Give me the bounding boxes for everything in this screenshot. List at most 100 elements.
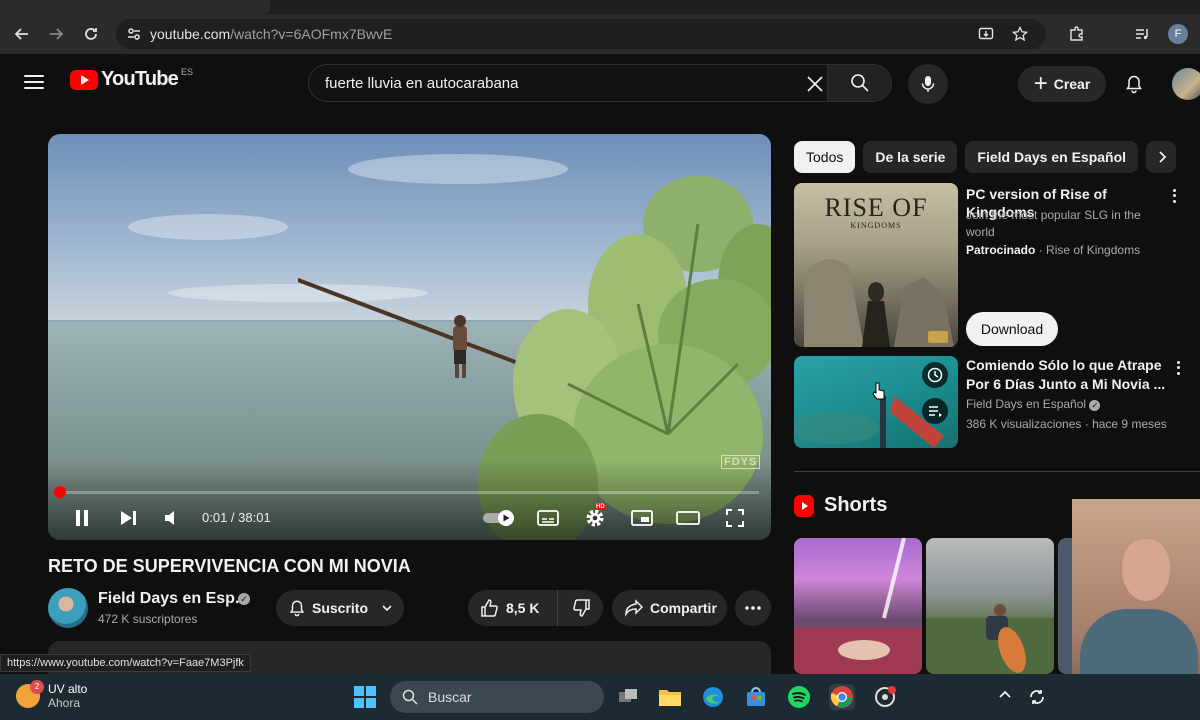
address-bar[interactable]: youtube.com/watch?v=6AOFmx7BwvE [116, 19, 1046, 49]
back-button[interactable] [8, 20, 36, 48]
autoplay-toggle[interactable] [482, 504, 518, 532]
recording-app-icon[interactable] [872, 684, 898, 710]
subscribed-label: Suscrito [312, 600, 369, 616]
short-scene [794, 538, 922, 674]
pause-button[interactable] [68, 504, 96, 532]
youtube-header: YouTube ES + Crear [0, 56, 1200, 112]
tray-sync-icon[interactable] [1024, 684, 1050, 710]
weather-subtitle: Ahora [48, 696, 81, 710]
fullscreen-icon [726, 509, 744, 527]
task-view-glyph [619, 689, 637, 702]
short-scene [926, 604, 1054, 674]
ad-thumb-subtitle: KINGDOMS [850, 221, 902, 230]
search-button[interactable] [827, 65, 891, 101]
windows-start-icon[interactable] [354, 686, 376, 708]
chip-todos[interactable]: Todos [794, 141, 856, 173]
next-button[interactable] [114, 504, 142, 532]
browser-tab[interactable] [0, 0, 270, 14]
folder-glyph [659, 690, 681, 706]
subscribed-button[interactable]: Suscrito [276, 590, 404, 626]
weather-badge: 2 [30, 680, 44, 694]
theater-icon [676, 511, 700, 525]
install-app-icon[interactable] [978, 26, 994, 42]
view-count: 386 K visualizaciones [966, 417, 1082, 431]
theater-mode-button[interactable] [674, 504, 702, 532]
browser-actions: F [978, 14, 1200, 54]
short-thumbnail[interactable] [794, 538, 922, 674]
chips-next-button[interactable] [1150, 145, 1174, 169]
voice-search-button[interactable] [908, 64, 948, 104]
scrubber-knob[interactable] [54, 486, 66, 498]
channel-name[interactable]: Field Days en Esp... [98, 590, 248, 608]
short-thumbnail[interactable] [926, 538, 1054, 674]
ad-menu-button[interactable] [1166, 186, 1182, 206]
bookmark-star-icon[interactable] [1012, 26, 1028, 42]
taskbar-search-label: Buscar [428, 689, 472, 705]
chevron-down-icon [382, 605, 392, 612]
back-arrow-icon [14, 28, 28, 40]
profile-avatar[interactable]: F [1168, 24, 1188, 44]
reload-button[interactable] [77, 20, 105, 48]
browser-toolbar: youtube.com/watch?v=6AOFmx7BwvE F [0, 14, 1200, 54]
file-explorer-icon[interactable] [657, 684, 683, 710]
related-channel-name: Field Days en Español [966, 397, 1087, 411]
youtube-logo[interactable]: YouTube ES [70, 67, 193, 91]
watch-later-button[interactable] [922, 362, 948, 388]
progress-bar[interactable] [60, 491, 759, 494]
shorts-icon [794, 494, 814, 517]
verified-check-icon: ✓ [238, 593, 250, 605]
notifications-button[interactable] [1120, 70, 1148, 98]
miniplayer-button[interactable] [628, 504, 656, 532]
ad-artwork [804, 259, 954, 347]
player-controls: 0:01 / 38:01 HD [48, 500, 771, 536]
windows-taskbar: 2 UV alto Ahora Buscar [0, 674, 1200, 720]
reload-icon [85, 28, 97, 40]
taskbar-search[interactable]: Buscar [390, 681, 604, 713]
subtitles-icon [537, 510, 559, 526]
chip-field-days[interactable]: Field Days en Español [965, 141, 1139, 173]
channel-avatar[interactable] [48, 588, 88, 628]
site-settings-icon[interactable] [126, 26, 142, 42]
volume-button[interactable] [158, 504, 186, 532]
show-hidden-icons-button[interactable] [998, 688, 1014, 704]
url-path: /watch?v=6AOFmx7BwvE [230, 26, 393, 42]
close-icon [807, 76, 823, 92]
fullscreen-button[interactable] [721, 504, 749, 532]
volume-icon [165, 511, 174, 525]
extensions-puzzle-icon[interactable] [1068, 25, 1086, 43]
clear-search-button[interactable] [803, 72, 827, 96]
time-display: 0:01 / 38:01 [202, 510, 271, 525]
task-view-icon[interactable] [615, 684, 641, 710]
account-avatar[interactable] [1172, 68, 1200, 100]
hamburger-menu-button[interactable] [22, 72, 46, 92]
related-video-title[interactable]: Comiendo Sólo lo que Atrape Por 6 Días J… [966, 356, 1166, 394]
verified-check-icon: ✓ [1089, 400, 1101, 411]
create-label: Crear [1053, 76, 1091, 92]
share-button[interactable]: Compartir [612, 590, 727, 626]
ad-thumbnail[interactable]: RISE OF KINGDOMS [794, 183, 958, 347]
like-dislike-group: 8,5 K [468, 590, 603, 626]
miniplayer-icon [631, 510, 653, 526]
store-icon[interactable] [743, 684, 769, 710]
like-button[interactable]: 8,5 K [468, 590, 558, 626]
media-controls-icon[interactable] [1134, 26, 1150, 42]
more-actions-button[interactable] [735, 590, 771, 626]
video-player[interactable]: FDYS 0:01 / 38:01 HD [48, 134, 771, 540]
chip-de-la-serie[interactable]: De la serie [863, 141, 958, 173]
ad-description: Join the most popular SLG in the world [966, 208, 1141, 239]
edge-browser-icon[interactable] [700, 684, 726, 710]
related-video-thumbnail[interactable] [794, 356, 958, 448]
search-input[interactable] [309, 74, 779, 92]
chrome-icon[interactable] [829, 684, 855, 710]
dislike-button[interactable] [558, 598, 603, 618]
settings-button[interactable]: HD [581, 504, 609, 532]
forward-button[interactable] [42, 20, 70, 48]
weather-widget[interactable]: 2 UV alto Ahora [16, 680, 87, 710]
spotify-icon[interactable] [786, 684, 812, 710]
subtitles-button[interactable] [534, 504, 562, 532]
create-button[interactable]: + Crear [1018, 66, 1106, 102]
add-to-queue-button[interactable] [922, 398, 948, 424]
ad-download-button[interactable]: Download [966, 312, 1058, 346]
chevron-up-icon [999, 690, 1011, 698]
related-video-menu-button[interactable] [1170, 358, 1186, 378]
